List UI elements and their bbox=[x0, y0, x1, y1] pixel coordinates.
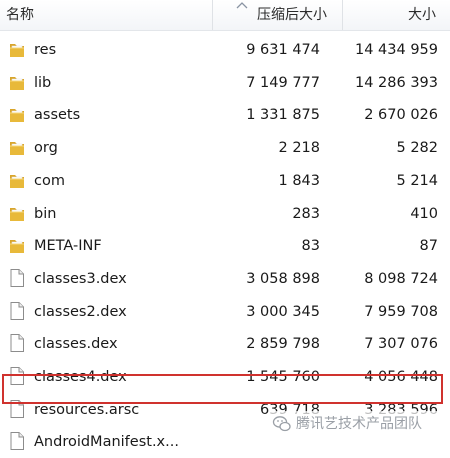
file-name: res bbox=[34, 42, 57, 58]
compressed-size: 1 331 875 bbox=[246, 107, 320, 124]
list-item[interactable]: classes2.dex 3 000 345 7 959 708 bbox=[0, 296, 450, 328]
list-item[interactable]: assets 1 331 875 2 670 026 bbox=[0, 99, 450, 131]
file-icon bbox=[10, 432, 24, 451]
folder-icon bbox=[10, 174, 24, 188]
list-item[interactable]: classes.dex 2 859 798 7 307 076 bbox=[0, 328, 450, 360]
file-size: 8 098 724 bbox=[364, 270, 438, 287]
file-icon bbox=[10, 301, 24, 320]
file-size: 5 282 bbox=[396, 140, 438, 157]
archive-file-list: 名称 压缩后大小 大小 res 9 631 474 14 434 959 lib 7 1… bbox=[0, 0, 450, 451]
file-name: bin bbox=[34, 205, 57, 222]
compressed-size: 83 bbox=[301, 238, 320, 255]
folder-icon bbox=[10, 109, 24, 123]
file-icon bbox=[10, 268, 24, 287]
folder-icon bbox=[10, 142, 24, 156]
column-header-compressed-size[interactable]: 压缩后大小 bbox=[213, 0, 343, 30]
list-item[interactable]: com 1 843 5 214 bbox=[0, 165, 450, 197]
file-size: 7 959 708 bbox=[364, 303, 438, 320]
file-name: classes.dex bbox=[34, 336, 118, 353]
list-item[interactable]: bin 283 410 bbox=[0, 198, 450, 230]
file-size: 410 bbox=[410, 205, 438, 222]
file-icon bbox=[10, 334, 24, 353]
file-size: 5 214 bbox=[396, 172, 438, 189]
compressed-size: 7 149 777 bbox=[246, 74, 320, 91]
file-size: 87 bbox=[419, 238, 438, 255]
watermark-text: 腾讯艺技术产品团队 bbox=[296, 416, 422, 432]
folder-icon bbox=[10, 240, 24, 254]
compressed-size: 283 bbox=[292, 205, 320, 222]
highlight-box bbox=[2, 374, 443, 404]
list-item[interactable]: lib 7 149 777 14 286 393 bbox=[0, 67, 450, 99]
list-item[interactable]: res 9 631 474 14 434 959 bbox=[0, 34, 450, 66]
file-size: 14 286 393 bbox=[354, 74, 438, 91]
list-item[interactable]: META-INF 83 87 bbox=[0, 230, 450, 262]
file-name: assets bbox=[34, 107, 81, 124]
compressed-size: 3 058 898 bbox=[246, 270, 320, 287]
file-size: 2 670 026 bbox=[364, 107, 438, 124]
list-item[interactable]: org 2 218 5 282 bbox=[0, 132, 450, 164]
compressed-size: 1 843 bbox=[278, 172, 320, 189]
file-size: 14 434 959 bbox=[354, 42, 438, 58]
file-name: classes2.dex bbox=[34, 303, 127, 320]
folder-icon bbox=[10, 44, 24, 57]
list-item[interactable]: classes3.dex 3 058 898 8 098 724 bbox=[0, 263, 450, 295]
compressed-size: 9 631 474 bbox=[246, 42, 320, 58]
folder-icon bbox=[10, 207, 24, 221]
file-name: classes3.dex bbox=[34, 270, 127, 287]
column-header-name[interactable]: 名称 bbox=[6, 0, 206, 30]
folder-icon bbox=[10, 76, 24, 90]
wechat-icon bbox=[272, 416, 291, 432]
compressed-size: 2 218 bbox=[278, 140, 320, 157]
watermark: 腾讯艺技术产品团队 bbox=[270, 411, 445, 437]
file-name: META-INF bbox=[34, 238, 102, 255]
column-header: 名称 压缩后大小 大小 bbox=[0, 0, 450, 31]
compressed-size: 2 859 798 bbox=[246, 336, 320, 353]
file-name: org bbox=[34, 140, 58, 157]
compressed-size: 3 000 345 bbox=[246, 303, 320, 320]
file-name: AndroidManifest.x... bbox=[34, 434, 179, 451]
column-header-size[interactable]: 大小 bbox=[343, 0, 450, 30]
file-size: 7 307 076 bbox=[364, 336, 438, 353]
file-name: lib bbox=[34, 74, 52, 91]
file-name: com bbox=[34, 172, 65, 189]
